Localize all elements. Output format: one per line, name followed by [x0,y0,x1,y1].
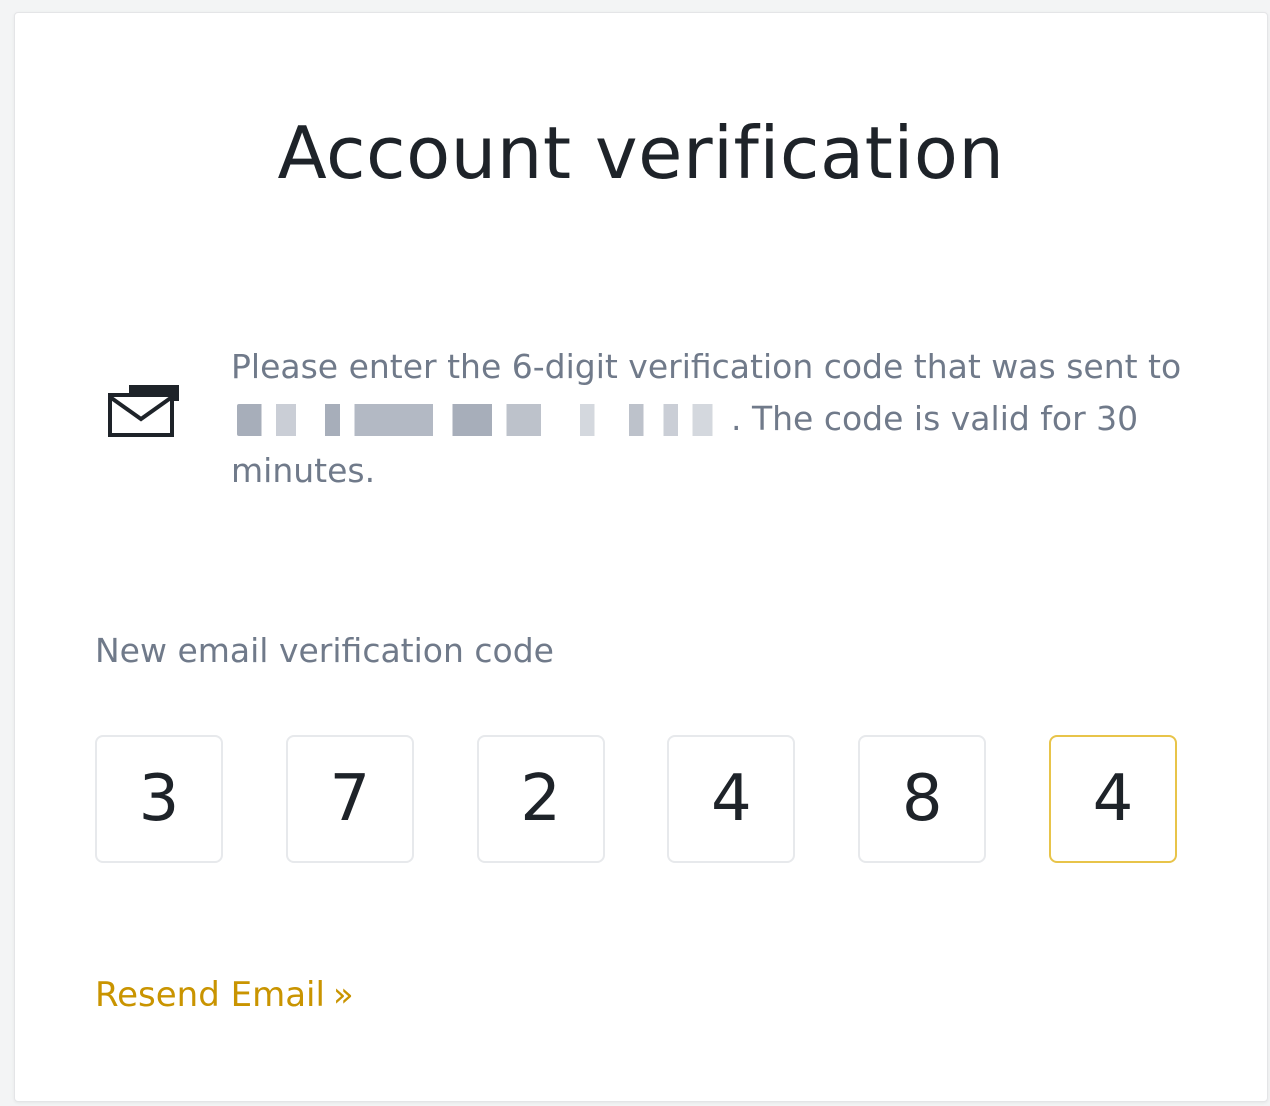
code-digit-input-1[interactable]: 3 [95,735,223,863]
resend-email-label: Resend Email [95,975,325,1015]
verification-instructions: Please enter the 6-digit verification co… [231,341,1191,497]
code-field-label: New email verification code [95,631,554,670]
code-digit-input-4[interactable]: 4 [667,735,796,863]
double-chevron-right-icon: » [332,975,354,1015]
masked-email-address [237,404,727,436]
verification-card: Account verification Please enter the 6-… [14,12,1268,1102]
code-digit-input-2[interactable]: 7 [285,735,414,863]
page-title: Account verification [277,111,1005,195]
email-envelope-icon [107,383,181,439]
code-digit-input-6[interactable]: 4 [1048,735,1177,863]
code-digit-input-3[interactable]: 2 [476,735,605,863]
instructions-text-start: Please enter the 6-digit verification co… [231,347,1182,386]
verification-code-inputs: 3 7 2 4 8 4 [95,735,1177,863]
resend-email-link[interactable]: Resend Email » [95,975,354,1015]
code-digit-input-5[interactable]: 8 [858,735,987,863]
